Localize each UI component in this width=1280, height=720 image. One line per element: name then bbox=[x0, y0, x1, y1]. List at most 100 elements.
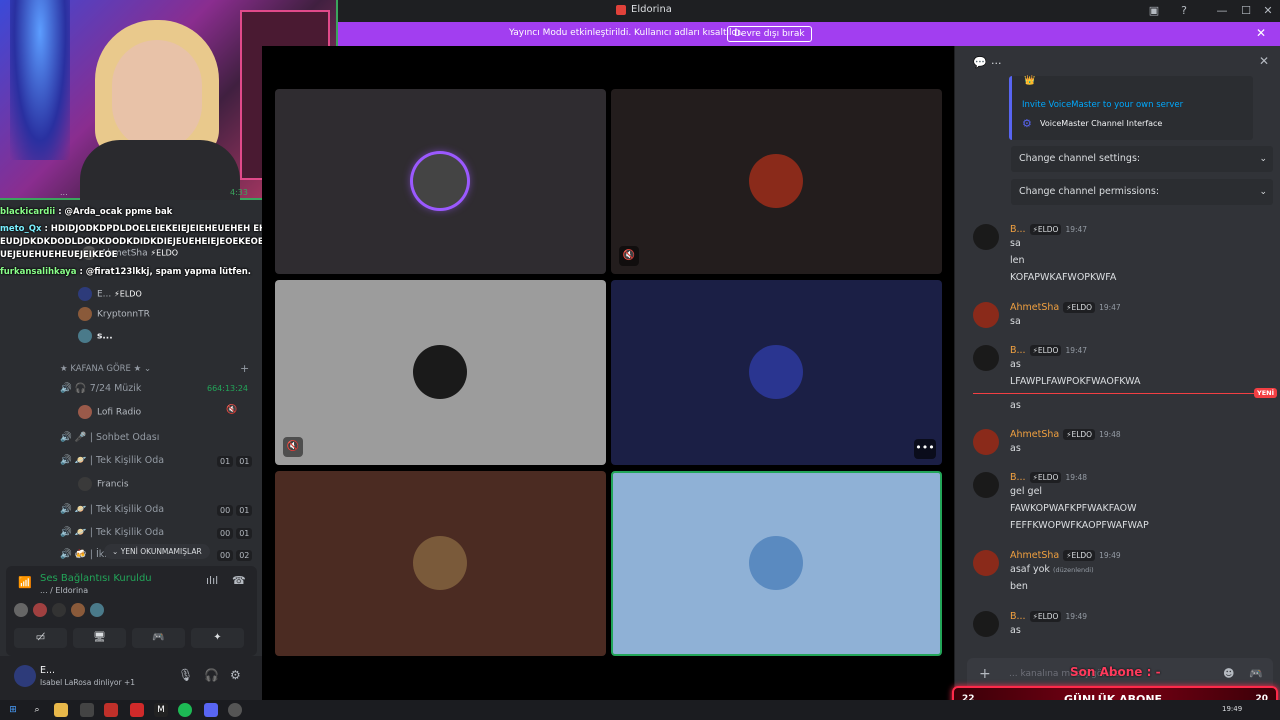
member-name: Lofi Radio bbox=[97, 407, 142, 418]
gear-icon[interactable]: ⚙ bbox=[230, 668, 241, 682]
spotify-icon[interactable] bbox=[178, 703, 192, 717]
webcam-lamp bbox=[10, 0, 70, 160]
close-icon[interactable]: ✕ bbox=[1259, 54, 1269, 68]
chevron-down-icon: ⌄ bbox=[112, 547, 119, 556]
channel-counter: 00 02 bbox=[214, 550, 253, 561]
channel-name: 🪐 | Tek Kişilik Oda bbox=[74, 527, 165, 538]
soundboard-button[interactable]: ✦ bbox=[191, 628, 244, 648]
message-author[interactable]: AhmetSha bbox=[1010, 302, 1059, 313]
avatar[interactable] bbox=[973, 550, 999, 576]
edited-label: (düzenlendi) bbox=[1052, 566, 1094, 574]
add-channel-icon[interactable]: + bbox=[240, 362, 249, 375]
voice-server[interactable]: ... / Eldorina bbox=[40, 586, 88, 595]
avatar[interactable] bbox=[52, 603, 66, 617]
invite-link[interactable]: Invite VoiceMaster to your own server bbox=[1022, 100, 1183, 110]
video-tile[interactable] bbox=[611, 471, 942, 656]
emoji-icon[interactable]: ☻ bbox=[1223, 667, 1234, 680]
voice-channel[interactable]: 🔊 🪐 | Tek Kişilik Oda bbox=[60, 527, 164, 538]
attach-plus-icon[interactable]: + bbox=[979, 666, 991, 682]
muted-icon: 🔇 bbox=[283, 437, 303, 457]
game-icon[interactable]: 🎮 bbox=[1249, 667, 1263, 680]
message-time: 19:48 bbox=[1099, 430, 1121, 439]
message-time: 19:49 bbox=[1065, 612, 1088, 621]
video-tile[interactable] bbox=[275, 89, 606, 274]
role-tag: ⚡ELDO bbox=[1029, 224, 1062, 235]
role-tag: ⚡ELDO bbox=[1063, 302, 1096, 313]
app-icon[interactable] bbox=[80, 703, 94, 717]
unread-messages-pill[interactable]: ⌄ YENİ OKUNMAMIŞLAR bbox=[104, 544, 210, 559]
message-time: 19:47 bbox=[1099, 303, 1121, 312]
video-tile[interactable] bbox=[275, 471, 606, 656]
bot-embed: 👑 Invite VoiceMaster to your own server … bbox=[1009, 76, 1253, 140]
avatar[interactable] bbox=[973, 345, 999, 371]
help-icon[interactable]: ? bbox=[1176, 3, 1192, 19]
noise-suppression-icon[interactable]: ılıl bbox=[206, 574, 218, 587]
app-icon[interactable]: M bbox=[154, 703, 168, 717]
avatar[interactable] bbox=[90, 603, 104, 617]
member-item[interactable]: Francis bbox=[78, 477, 129, 491]
member-item[interactable]: KryptonnTR bbox=[78, 307, 150, 321]
user-avatar[interactable] bbox=[14, 665, 36, 687]
avatar[interactable] bbox=[973, 611, 999, 637]
chevron-down-icon: ⌄ bbox=[143, 364, 152, 374]
voice-channel[interactable]: 🔊 🪐 | Tek Kişilik Oda bbox=[60, 455, 164, 466]
avatar[interactable] bbox=[973, 429, 999, 455]
member-name: Francis bbox=[97, 479, 129, 490]
role-tag: ⚡ELDO bbox=[1063, 550, 1096, 561]
message-author[interactable]: AhmetSha bbox=[1010, 429, 1059, 440]
app-icon[interactable] bbox=[104, 703, 118, 717]
message-author[interactable]: B... bbox=[1010, 224, 1026, 235]
avatar[interactable] bbox=[973, 224, 999, 250]
voice-channel[interactable]: 🔊 🎧 7/24 Müzik bbox=[60, 383, 141, 394]
category-kafana-gore[interactable]: ★ KAFANA GÖRE ★ ⌄ bbox=[60, 364, 151, 374]
avatar bbox=[413, 345, 467, 399]
message-author[interactable]: B... bbox=[1010, 345, 1026, 356]
activity-button[interactable]: 🎮 bbox=[132, 628, 185, 648]
app-icon[interactable] bbox=[228, 703, 242, 717]
windows-start-icon[interactable]: ⊞ bbox=[6, 703, 20, 717]
channel-settings-select[interactable]: Change channel settings: ⌄ bbox=[1011, 146, 1273, 172]
app-icon[interactable] bbox=[130, 703, 144, 717]
chat-text: : @firat123lkkj, spam yapma lütfen. bbox=[79, 267, 252, 277]
counter-current: 00 bbox=[217, 528, 234, 539]
member-item[interactable]: Lofi Radio bbox=[78, 405, 141, 419]
voice-status[interactable]: Ses Bağlantısı Kuruldu bbox=[40, 573, 152, 584]
avatar[interactable] bbox=[71, 603, 85, 617]
more-options-icon[interactable]: ••• bbox=[914, 439, 936, 459]
user-panel: E... Isabel LaRosa dinliyor +1 🎙 🎧 ⚙ bbox=[0, 656, 262, 700]
avatar[interactable] bbox=[33, 603, 47, 617]
avatar[interactable] bbox=[973, 472, 999, 498]
discord-icon[interactable] bbox=[204, 703, 218, 717]
close-icon[interactable]: ✕ bbox=[1256, 26, 1266, 40]
minimize-button[interactable]: — bbox=[1214, 3, 1230, 19]
voice-channel[interactable]: 🔊 🎤 | Sohbet Odası bbox=[60, 432, 159, 443]
file-explorer-icon[interactable] bbox=[54, 703, 68, 717]
channel-permissions-select[interactable]: Change channel permissions: ⌄ bbox=[1011, 179, 1273, 205]
voice-channel[interactable]: 🔊 🪐 | Tek Kişilik Oda bbox=[60, 504, 164, 515]
search-icon[interactable]: ⌕ bbox=[30, 703, 44, 717]
message-header: B... ⚡ELDO 19:48 bbox=[1010, 472, 1087, 483]
role-tag: ⚡ELDO bbox=[1029, 472, 1062, 483]
headphones-icon[interactable]: 🎧 bbox=[204, 668, 219, 682]
screen-share-button[interactable]: 🖥 bbox=[73, 628, 126, 648]
member-item[interactable]: s... bbox=[78, 329, 113, 343]
microphone-icon[interactable]: 🎙 bbox=[178, 668, 193, 682]
message-text: ben bbox=[1010, 581, 1028, 592]
message-author[interactable]: AhmetSha bbox=[1010, 550, 1059, 561]
disable-streamer-mode-button[interactable]: Devre dışı bırak bbox=[727, 26, 812, 42]
video-tile[interactable]: 🔇 bbox=[611, 89, 942, 274]
avatar[interactable] bbox=[973, 302, 999, 328]
video-tile[interactable]: ••• bbox=[611, 280, 942, 465]
message-author[interactable]: B... bbox=[1010, 611, 1026, 622]
disconnect-icon[interactable]: ☎ bbox=[232, 574, 246, 587]
voice-participants bbox=[14, 602, 109, 621]
camera-off-button[interactable]: ▭̸ bbox=[14, 628, 67, 648]
close-window-button[interactable]: ✕ bbox=[1260, 3, 1276, 19]
member-item[interactable]: E... ⚡ELDO bbox=[78, 287, 142, 301]
maximize-button[interactable]: ☐ bbox=[1238, 3, 1254, 19]
avatar[interactable] bbox=[14, 603, 28, 617]
username[interactable]: E... bbox=[40, 665, 55, 676]
video-tile[interactable]: 🔇 bbox=[275, 280, 606, 465]
message-author[interactable]: B... bbox=[1010, 472, 1026, 483]
screen-icon[interactable]: ▣ bbox=[1146, 3, 1162, 19]
